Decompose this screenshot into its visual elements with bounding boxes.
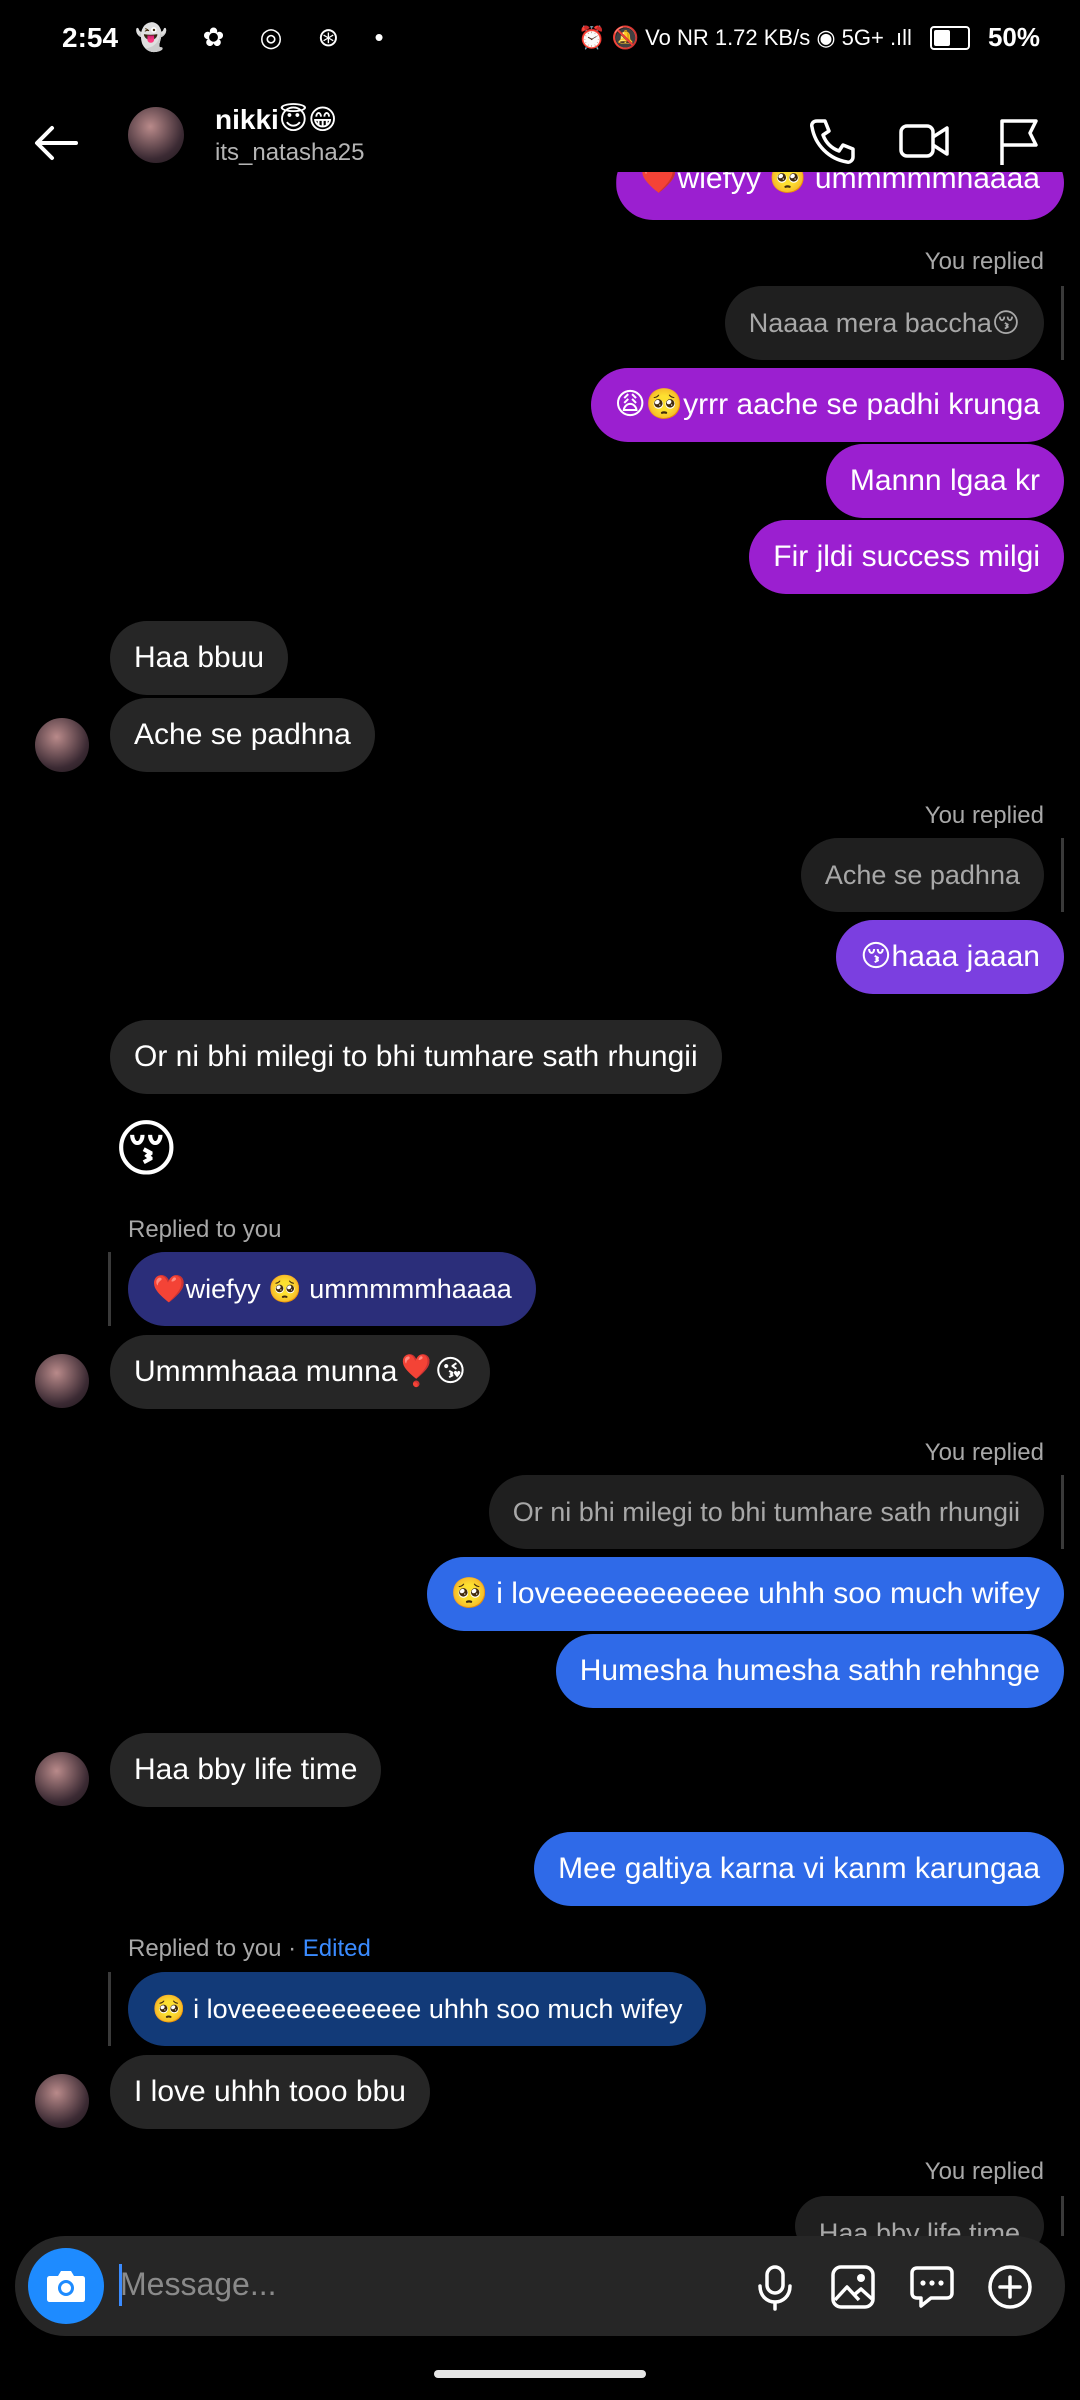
replied-to-you-label: Replied to you bbox=[128, 1216, 282, 1243]
you-replied-label: You replied bbox=[924, 1439, 1044, 1466]
sent-message[interactable]: Mee galtiya karna vi kanm karungaa bbox=[534, 1832, 1064, 1906]
status-right: ⏰ 🔕 Vo NR 1.72 KB/s ◉ 5G+ .ıll 50% bbox=[578, 22, 1040, 53]
message-input[interactable]: Message... bbox=[120, 2266, 277, 2303]
add-plus-icon[interactable] bbox=[985, 2262, 1035, 2312]
received-message[interactable]: Haa bby life time bbox=[110, 1733, 382, 1807]
sender-avatar[interactable] bbox=[35, 1354, 89, 1408]
status-time: 2:54 bbox=[62, 22, 119, 53]
quoted-message[interactable]: Ache se padhna bbox=[800, 838, 1044, 912]
battery-icon bbox=[929, 25, 970, 50]
sent-message[interactable]: Fir jldi success milgi bbox=[749, 520, 1064, 594]
you-replied-label: You replied bbox=[924, 2158, 1044, 2185]
you-replied-label: You replied bbox=[924, 802, 1044, 829]
sender-avatar[interactable] bbox=[35, 718, 89, 772]
sticker-chat-icon[interactable] bbox=[907, 2262, 957, 2312]
reply-indicator-bar bbox=[108, 1972, 111, 2046]
video-call-icon[interactable] bbox=[896, 113, 952, 169]
quoted-message[interactable]: 🥺 i loveeeeeeeeeeee uhhh soo much wifey bbox=[128, 1972, 707, 2046]
reply-indicator-bar bbox=[1061, 838, 1064, 912]
notification-icons: 👻 ✿ ◎ ⊛ • bbox=[135, 22, 398, 52]
sender-avatar[interactable] bbox=[35, 2074, 89, 2128]
reply-indicator-bar bbox=[1061, 286, 1064, 360]
received-message[interactable]: Ummmhaaa munna❣️😘 bbox=[110, 1335, 491, 1409]
you-replied-label: You replied bbox=[924, 248, 1044, 275]
sent-message[interactable]: 🥺 i loveeeeeeeeeeee uhhh soo much wifey bbox=[426, 1557, 1064, 1631]
received-message[interactable]: I love uhhh tooo bbu bbox=[110, 2055, 430, 2129]
received-message[interactable]: Ache se padhna bbox=[110, 698, 375, 772]
gallery-icon[interactable] bbox=[828, 2262, 878, 2312]
quoted-message[interactable]: Or ni bhi milegi to bhi tumhare sath rhu… bbox=[488, 1475, 1044, 1549]
back-arrow-icon[interactable] bbox=[30, 117, 82, 169]
contact-name[interactable]: nikki😇😁 bbox=[215, 103, 337, 136]
replied-to-you-label: Replied to you · Edited bbox=[128, 1935, 371, 1963]
replied-to-you-text: Replied to you · bbox=[128, 1935, 303, 1962]
camera-button[interactable] bbox=[28, 2248, 104, 2324]
contact-avatar[interactable] bbox=[128, 107, 184, 163]
battery-percent: 50% bbox=[987, 22, 1040, 52]
sent-message[interactable]: Mannn lgaa kr bbox=[825, 444, 1064, 518]
edited-indicator[interactable]: Edited bbox=[303, 1935, 371, 1962]
contact-username[interactable]: its_natasha25 bbox=[215, 139, 364, 167]
flag-report-icon[interactable] bbox=[990, 113, 1046, 169]
sent-message[interactable]: 😩🥺yrrr aache se padhi krunga bbox=[590, 368, 1064, 442]
system-status-icons: ⏰ 🔕 Vo NR 1.72 KB/s ◉ 5G+ .ıll bbox=[578, 24, 912, 50]
home-indicator[interactable] bbox=[434, 2370, 646, 2378]
reply-indicator-bar bbox=[1061, 1475, 1064, 1549]
microphone-icon[interactable] bbox=[750, 2262, 800, 2312]
message-composer: Message... bbox=[15, 2236, 1065, 2336]
received-message[interactable]: Haa bbuu bbox=[110, 621, 289, 695]
phone-call-icon[interactable] bbox=[803, 113, 859, 169]
sent-message[interactable]: Humesha humesha sathh rehhnge bbox=[555, 1634, 1064, 1708]
reply-indicator-bar bbox=[1061, 2196, 1064, 2236]
sent-message[interactable]: 😚haaa jaaan bbox=[836, 920, 1064, 994]
received-message[interactable]: Or ni bhi milegi to bhi tumhare sath rhu… bbox=[110, 1020, 722, 1094]
received-emoji-message[interactable]: 😚 bbox=[114, 1112, 179, 1185]
status-bar: 2:54 👻 ✿ ◎ ⊛ • ⏰ 🔕 Vo NR 1.72 KB/s ◉ 5G+… bbox=[0, 0, 1080, 80]
quoted-message[interactable]: Naaaa mera baccha😚 bbox=[724, 286, 1044, 360]
camera-icon bbox=[47, 2271, 85, 2302]
quoted-message[interactable]: ❤️wiefyy 🥺 ummmmmhaaaa bbox=[128, 1252, 536, 1326]
sender-avatar[interactable] bbox=[35, 1752, 89, 1806]
reply-indicator-bar bbox=[108, 1252, 111, 1326]
